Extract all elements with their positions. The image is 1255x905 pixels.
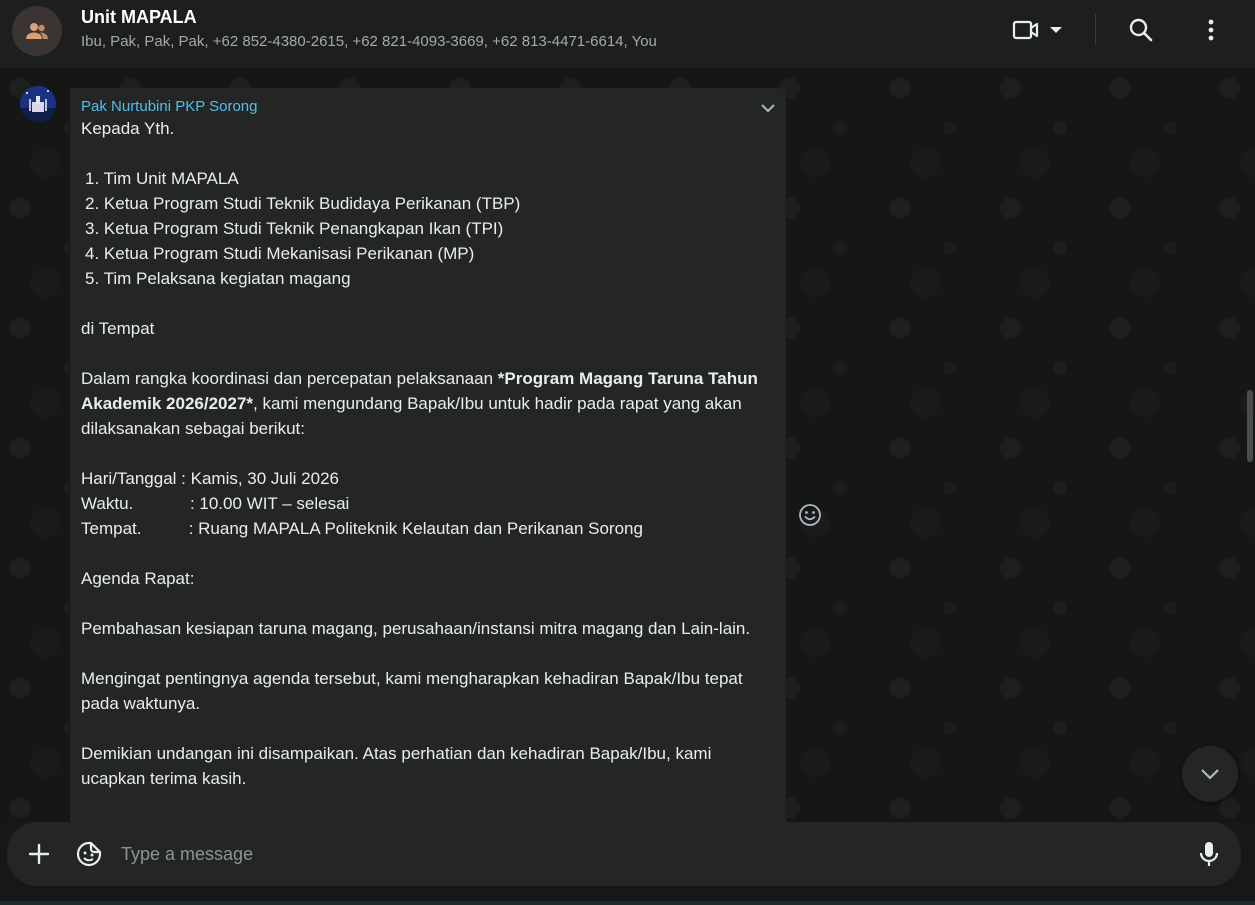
emoji-icon bbox=[799, 504, 821, 526]
microphone-icon bbox=[1199, 842, 1219, 866]
chat-title-block[interactable]: Unit MAPALA Ibu, Pak, Pak, Pak, +62 852-… bbox=[81, 6, 881, 51]
plus-icon bbox=[28, 843, 50, 865]
sender-avatar[interactable] bbox=[20, 86, 56, 122]
chat-title: Unit MAPALA bbox=[81, 7, 197, 27]
voice-message-button[interactable] bbox=[1196, 839, 1222, 869]
message-text: Kepada Yth. 1. Tim Unit MAPALA 2. Ketua … bbox=[81, 116, 771, 791]
recipient-item: 1. Tim Unit MAPALA bbox=[85, 169, 239, 188]
more-vertical-icon bbox=[1208, 19, 1214, 41]
message-list[interactable]: Pak Nurtubini PKP Sorong Kepada Yth. 1. … bbox=[0, 68, 1255, 822]
schedule-time: Waktu. : 10.00 WIT – selesai bbox=[81, 494, 350, 513]
chevron-down-icon bbox=[1201, 769, 1219, 780]
sender-avatar-image bbox=[20, 86, 56, 122]
react-button[interactable] bbox=[797, 502, 823, 528]
window-bottom-edge bbox=[0, 901, 1255, 905]
message-menu-chevron-icon[interactable] bbox=[760, 102, 776, 114]
recipient-item: 3. Ketua Program Studi Teknik Penangkapa… bbox=[85, 219, 504, 238]
recipient-item: 5. Tim Pelaksana kegiatan magang bbox=[85, 269, 351, 288]
agenda-body: Pembahasan kesiapan taruna magang, perus… bbox=[81, 619, 751, 638]
closing-paragraph: Mengingat pentingnya agenda tersebut, ka… bbox=[81, 669, 743, 713]
message-place: di Tempat bbox=[81, 319, 155, 338]
group-icon bbox=[26, 23, 48, 39]
recipient-item: 2. Ketua Program Studi Teknik Budidaya P… bbox=[85, 194, 521, 213]
chevron-down-icon bbox=[1050, 27, 1062, 33]
recipient-item: 4. Ketua Program Studi Mekanisasi Perika… bbox=[85, 244, 475, 263]
sticker-icon bbox=[76, 841, 102, 867]
message-composer[interactable] bbox=[7, 822, 1241, 886]
scrollbar-thumb[interactable] bbox=[1247, 390, 1253, 462]
schedule-place: Tempat. : Ruang MAPALA Politeknik Kelaut… bbox=[81, 519, 643, 538]
video-call-button[interactable] bbox=[1008, 14, 1068, 46]
closing-paragraph: Demikian undangan ini disampaikan. Atas … bbox=[81, 744, 712, 788]
more-options-button[interactable] bbox=[1196, 14, 1226, 46]
sticker-button[interactable] bbox=[75, 840, 103, 868]
chat-header[interactable]: Unit MAPALA Ibu, Pak, Pak, Pak, +62 852-… bbox=[0, 0, 1255, 68]
attach-button[interactable] bbox=[25, 840, 53, 868]
message-bubble[interactable]: Pak Nurtubini PKP Sorong Kepada Yth. 1. … bbox=[70, 88, 786, 822]
search-button[interactable] bbox=[1124, 14, 1158, 46]
message-intro: Dalam rangka koordinasi dan percepatan p… bbox=[81, 369, 758, 438]
chat-members: Ibu, Pak, Pak, Pak, +62 852-4380-2615, +… bbox=[81, 33, 657, 50]
video-call-icon bbox=[1012, 20, 1039, 40]
message-salutation: Kepada Yth. bbox=[81, 119, 175, 138]
agenda-title: Agenda Rapat: bbox=[81, 569, 195, 588]
recipient-list: 1. Tim Unit MAPALA 2. Ketua Program Stud… bbox=[81, 166, 771, 291]
sender-name[interactable]: Pak Nurtubini PKP Sorong bbox=[81, 98, 775, 116]
header-divider bbox=[1095, 14, 1096, 44]
search-icon bbox=[1129, 18, 1153, 42]
scroll-to-bottom-button[interactable] bbox=[1182, 746, 1238, 802]
group-avatar[interactable] bbox=[12, 6, 62, 56]
message-input[interactable] bbox=[121, 840, 1181, 868]
schedule-day: Hari/Tanggal : Kamis, 30 Juli 2026 bbox=[81, 469, 339, 488]
